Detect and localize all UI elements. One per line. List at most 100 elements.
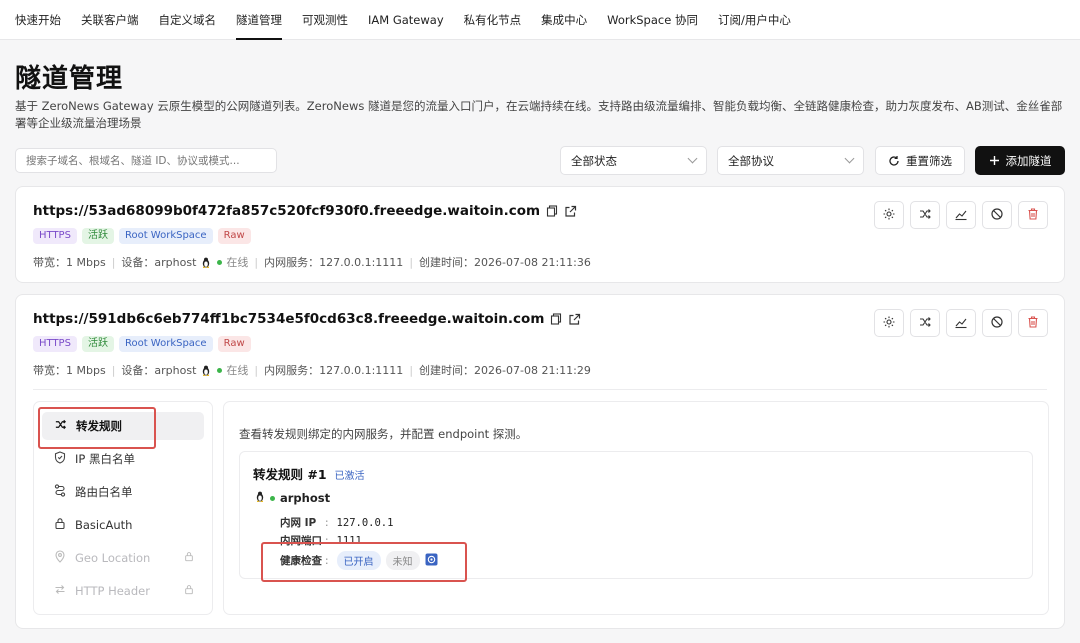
- side-item-route-whitelist[interactable]: 路由白名单: [42, 478, 204, 506]
- swap-arrows-icon: [54, 583, 66, 599]
- add-tunnel-button[interactable]: 添加隧道: [975, 146, 1065, 175]
- nav-tab-observability[interactable]: 可观测性: [302, 0, 348, 40]
- external-link-icon[interactable]: [568, 313, 581, 326]
- trash-icon: [1026, 207, 1040, 224]
- route-button[interactable]: [910, 201, 940, 229]
- shuffle-icon: [918, 315, 932, 332]
- highlight-box: [261, 542, 467, 582]
- nav-tab-integrations[interactable]: 集成中心: [541, 0, 587, 40]
- protocol-filter-value: 全部协议: [728, 153, 774, 168]
- protocol-badge: HTTPS: [33, 228, 77, 244]
- bandwidth-text: 带宽：1 Mbps: [33, 256, 106, 269]
- workspace-badge: Root WorkSpace: [118, 228, 213, 244]
- online-indicator: [217, 259, 223, 265]
- side-item-label: Geo Location: [75, 551, 151, 565]
- copy-icon[interactable]: [546, 205, 558, 217]
- delete-button[interactable]: [1018, 201, 1048, 229]
- external-link-icon[interactable]: [564, 205, 577, 218]
- delete-button[interactable]: [1018, 309, 1048, 337]
- side-item-basicauth[interactable]: BasicAuth: [42, 511, 204, 539]
- mode-badge: Raw: [217, 336, 251, 352]
- nav-tab-tunnels[interactable]: 隧道管理: [236, 0, 282, 40]
- tunnel-card: https://53ad68099b0f472fa857c520fcf930f0…: [15, 186, 1065, 283]
- tunnel-meta: 带宽：1 Mbps | 设备：arphost 在线 | 内网服务：127.0.0…: [33, 255, 591, 270]
- disable-button[interactable]: [982, 309, 1012, 337]
- internal-ip-label: 内网 IP: [280, 517, 317, 529]
- side-item-label: IP 黑白名单: [75, 452, 135, 466]
- tunnel-url[interactable]: https://591db6c6eb774ff1bc7534e5f0cd63c8…: [33, 311, 544, 327]
- chart-line-icon: [954, 207, 968, 224]
- chevron-down-icon: [844, 153, 855, 164]
- metrics-button[interactable]: [946, 201, 976, 229]
- gear-icon: [882, 207, 896, 224]
- reset-filter-label: 重置筛选: [906, 153, 952, 168]
- metrics-button[interactable]: [946, 309, 976, 337]
- rule-host-name: arphost: [280, 491, 331, 505]
- nav-tab-workspace[interactable]: WorkSpace 协同: [607, 0, 698, 40]
- protocol-filter-select[interactable]: 全部协议: [717, 146, 864, 175]
- gear-icon: [882, 315, 896, 332]
- nav-tab-clients[interactable]: 关联客户端: [81, 0, 139, 40]
- plus-icon: [989, 155, 1000, 166]
- trash-icon: [1026, 315, 1040, 332]
- reset-filter-button[interactable]: 重置筛选: [875, 146, 965, 175]
- online-text: 在线: [226, 256, 249, 269]
- status-filter-value: 全部状态: [571, 153, 617, 168]
- side-item-label: 路由白名单: [75, 485, 133, 499]
- status-filter-select[interactable]: 全部状态: [560, 146, 707, 175]
- tunnel-meta: 带宽：1 Mbps | 设备：arphost 在线 | 内网服务：127.0.0…: [33, 363, 591, 378]
- location-pin-icon: [54, 550, 66, 566]
- rule-title: 转发规则 #1: [253, 467, 327, 482]
- chart-line-icon: [954, 315, 968, 332]
- online-indicator: [270, 495, 275, 501]
- service-text: 内网服务：127.0.0.1:1111: [264, 364, 404, 377]
- tunnel-tags: HTTPS 活跃 Root WorkSpace Raw: [33, 228, 251, 244]
- online-indicator: [217, 367, 223, 373]
- nav-tab-iam-gateway[interactable]: IAM Gateway: [368, 0, 444, 40]
- copy-icon[interactable]: [550, 313, 562, 325]
- side-item-http-header[interactable]: HTTP Header: [42, 577, 204, 605]
- created-time-text: 创建时间：2026-07-08 21:11:29: [419, 364, 591, 377]
- lock-icon: [184, 551, 194, 565]
- nav-tab-quickstart[interactable]: 快速开始: [15, 0, 61, 40]
- divider: [33, 389, 1047, 390]
- device-text: 设备：arphost: [121, 364, 197, 377]
- highlight-box: [38, 407, 156, 449]
- nav-tab-private-nodes[interactable]: 私有化节点: [464, 0, 522, 40]
- tunnel-url[interactable]: https://53ad68099b0f472fa857c520fcf930f0…: [33, 203, 540, 219]
- side-item-geo-location[interactable]: Geo Location: [42, 544, 204, 572]
- forward-rules-panel: 查看转发规则绑定的内网服务，并配置 endpoint 探测。 转发规则 #1 已…: [223, 401, 1049, 615]
- route-button[interactable]: [910, 309, 940, 337]
- page-title: 隧道管理: [15, 64, 124, 94]
- rule-status: 已激活: [334, 471, 365, 482]
- nav-tab-subscription[interactable]: 订阅/用户中心: [718, 0, 791, 40]
- linux-icon: [201, 365, 211, 376]
- status-badge: 活跃: [81, 336, 114, 352]
- service-text: 内网服务：127.0.0.1:1111: [264, 256, 404, 269]
- status-badge: 活跃: [81, 228, 114, 244]
- side-item-label: BasicAuth: [75, 518, 133, 532]
- page-description: 基于 ZeroNews Gateway 云原生模型的公网隧道列表。ZeroNew…: [15, 99, 1063, 130]
- tunnel-tags: HTTPS 活跃 Root WorkSpace Raw: [33, 336, 251, 352]
- protocol-badge: HTTPS: [33, 336, 77, 352]
- nav-tab-custom-domain[interactable]: 自定义域名: [159, 0, 217, 40]
- linux-icon: [201, 257, 211, 268]
- disable-button[interactable]: [982, 201, 1012, 229]
- chevron-down-icon: [687, 153, 698, 164]
- settings-button[interactable]: [874, 201, 904, 229]
- settings-button[interactable]: [874, 309, 904, 337]
- shuffle-icon: [918, 207, 932, 224]
- ban-icon: [990, 315, 1004, 332]
- tunnel-actions: [874, 309, 1048, 337]
- side-item-label: HTTP Header: [75, 584, 150, 598]
- search-input[interactable]: [15, 148, 277, 173]
- device-text: 设备：arphost: [121, 256, 197, 269]
- side-item-ip-list[interactable]: IP 黑白名单: [42, 445, 204, 473]
- refresh-icon: [888, 155, 900, 167]
- linux-icon: [255, 491, 265, 505]
- route-icon: [54, 484, 66, 500]
- internal-ip-value: 127.0.0.1: [336, 516, 394, 529]
- panel-description: 查看转发规则绑定的内网服务，并配置 endpoint 探测。: [239, 427, 528, 441]
- created-time-text: 创建时间：2026-07-08 21:11:36: [419, 256, 591, 269]
- lock-icon: [184, 584, 194, 598]
